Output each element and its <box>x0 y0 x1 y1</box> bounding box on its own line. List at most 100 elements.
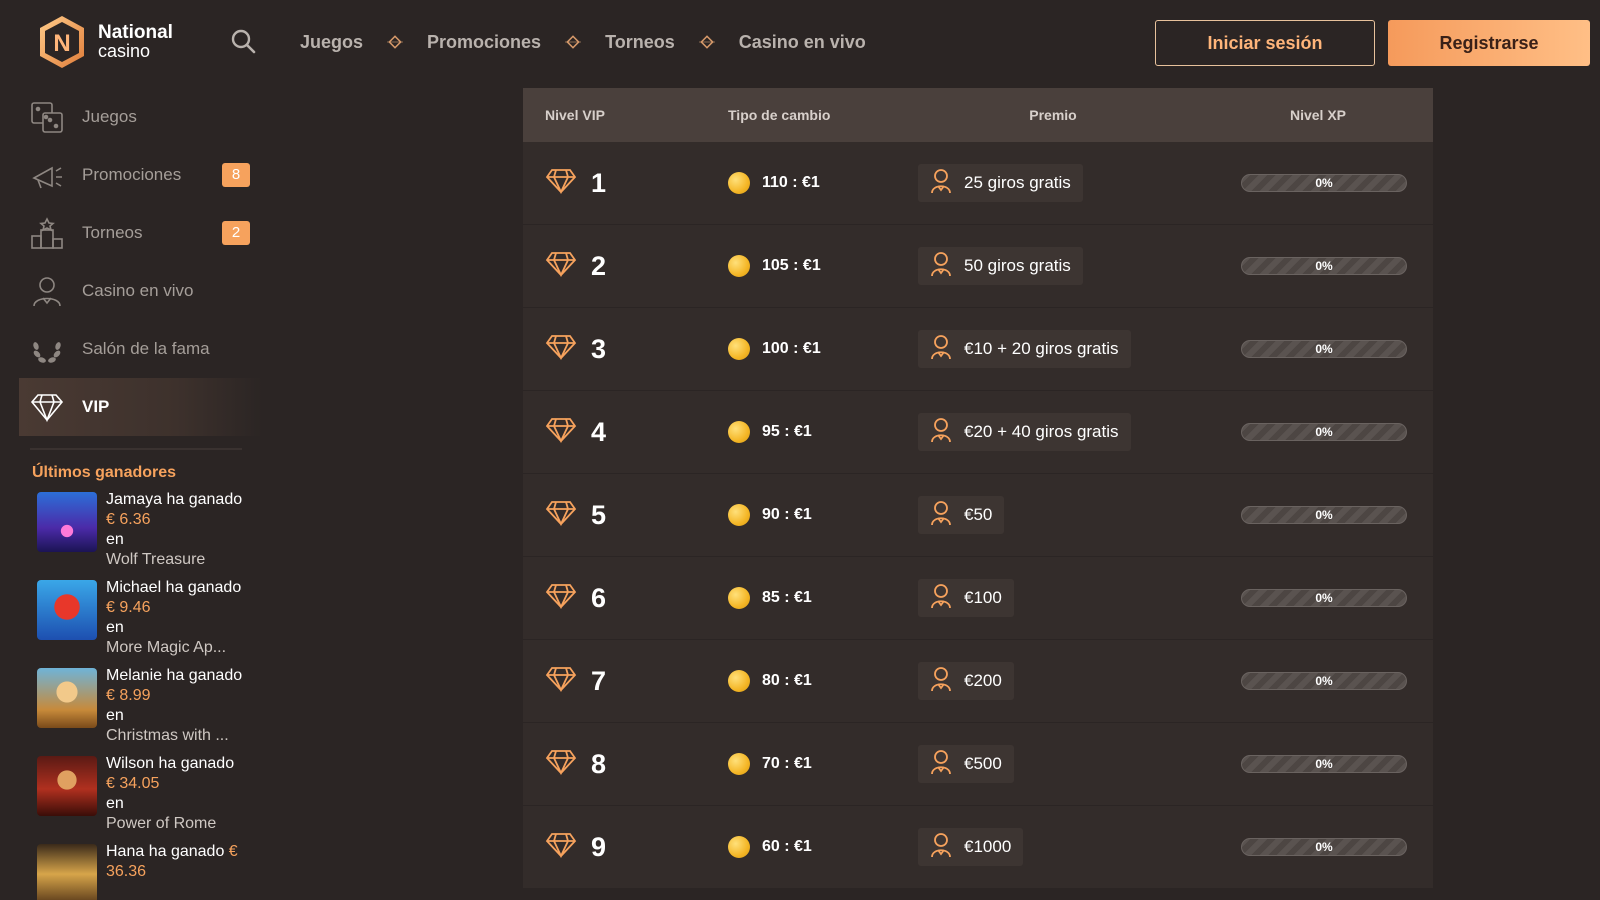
user-award-icon <box>930 251 952 282</box>
game-thumbnail[interactable] <box>37 668 97 728</box>
prize-text: 50 giros gratis <box>964 256 1071 275</box>
table-body: 1 110 : €1 25 giros gratis 0% 2 105: €1… <box>523 142 1433 889</box>
exchange-rate: 95 : €1 <box>762 423 812 440</box>
sidebar-item-label: Casino en vivo <box>82 281 194 300</box>
vip-level-number: 2 <box>591 250 607 281</box>
prize-badge: €500 <box>918 745 1014 783</box>
game-thumbnail[interactable] <box>37 580 97 640</box>
winner-name: Hana <box>106 843 145 860</box>
user-award-icon <box>930 417 952 448</box>
laurel-icon <box>30 332 64 366</box>
winner-item[interactable]: Hana ha ganado € 36.36 <box>37 842 262 900</box>
winner-won-label: ha ganado <box>148 843 225 860</box>
exchange-rate: 90 : €1 <box>762 506 812 523</box>
register-button[interactable]: Registrarse <box>1388 20 1590 66</box>
xp-progress-label: 0% <box>1315 840 1333 854</box>
sidebar-item-salon-de-la-fama[interactable]: Salón de la fama <box>0 320 262 378</box>
xp-progress-bar: 0% <box>1241 423 1407 441</box>
prize-text: €20 + 40 giros gratis <box>964 422 1119 441</box>
user-award-icon <box>930 334 952 365</box>
winner-game: More Magic Ap... <box>106 639 227 656</box>
game-thumbnail[interactable] <box>37 844 97 900</box>
table-row: 9 60 : €1 €1000 0% <box>523 806 1433 889</box>
winner-name: Melanie <box>106 667 163 684</box>
prize-badge: €200 <box>918 662 1014 700</box>
header-vip-level: Nivel VIP <box>545 107 605 123</box>
table-row: 6 85 : €1 €100 0% <box>523 557 1433 640</box>
coin-icon <box>728 587 750 609</box>
vip-level-number: 9 <box>591 831 607 862</box>
coin-icon <box>728 670 750 692</box>
brand-logo[interactable]: N National casino <box>34 14 173 70</box>
login-button[interactable]: Iniciar sesión <box>1155 20 1375 66</box>
sidebar-item-label: Salón de la fama <box>82 339 210 358</box>
winner-item[interactable]: Jamaya ha ganado € 6.36 en Wolf Treasure <box>37 490 262 570</box>
nav-promociones[interactable]: Promociones <box>427 32 541 53</box>
winner-in-label: en <box>106 795 124 812</box>
xp-progress-label: 0% <box>1315 508 1333 522</box>
winner-in-label: en <box>106 531 124 548</box>
nav-casino-en-vivo[interactable]: Casino en vivo <box>739 32 866 53</box>
winner-won-label: ha ganado <box>166 667 243 684</box>
user-award-icon <box>930 168 952 199</box>
podium-icon <box>30 216 64 250</box>
winner-name: Jamaya <box>106 491 163 508</box>
top-navigation: Juegos Promociones Torneos Casino en viv… <box>300 28 866 56</box>
table-row: 4 95 : €1 €20 + 40 giros gratis 0% <box>523 391 1433 474</box>
prize-text: €200 <box>964 671 1002 690</box>
xp-progress-bar: 0% <box>1241 340 1407 358</box>
xp-progress-label: 0% <box>1315 674 1333 688</box>
logo-badge-icon: N <box>34 14 90 70</box>
vip-level-number: 8 <box>591 748 607 779</box>
winner-name: Michael <box>106 579 162 596</box>
winner-won-label: ha ganado <box>166 491 243 508</box>
nav-torneos[interactable]: Torneos <box>605 32 675 53</box>
table-row: 7 80 : €1 €200 0% <box>523 640 1433 723</box>
winner-item[interactable]: Wilson ha ganado € 34.05 en Power of Rom… <box>37 754 262 834</box>
coin-icon <box>728 255 750 277</box>
winner-item[interactable]: Michael ha ganado € 9.46 en More Magic A… <box>37 578 262 658</box>
xp-progress-bar: 0% <box>1241 506 1407 524</box>
winner-won-label: ha ganado <box>165 579 242 596</box>
prize-badge: €20 + 40 giros gratis <box>918 413 1131 451</box>
search-icon[interactable] <box>230 28 256 54</box>
sidebar-item-promociones[interactable]: Promociones 8 <box>0 146 262 204</box>
winner-game: Power of Rome <box>106 815 217 832</box>
svg-text:N: N <box>53 30 70 57</box>
user-award-icon <box>930 666 952 697</box>
megaphone-icon <box>30 158 64 192</box>
sidebar-item-torneos[interactable]: Torneos 2 <box>0 204 262 262</box>
vip-levels-table: Nivel VIP Tipo de cambio Premio Nivel XP… <box>523 88 1433 889</box>
winner-amount: € 8.99 <box>106 687 151 704</box>
prize-badge: €100 <box>918 579 1014 617</box>
prize-badge: 50 giros gratis <box>918 247 1083 285</box>
vip-level-number: 5 <box>591 499 607 530</box>
diamond-icon <box>545 666 577 697</box>
nav-separator-icon <box>565 34 582 50</box>
coin-icon <box>728 504 750 526</box>
winner-item[interactable]: Melanie ha ganado € 8.99 en Christmas wi… <box>37 666 262 746</box>
game-thumbnail[interactable] <box>37 492 97 552</box>
nav-juegos[interactable]: Juegos <box>300 32 363 53</box>
prize-text: €50 <box>964 505 993 524</box>
sidebar-item-casino-en-vivo[interactable]: Casino en vivo <box>0 262 262 320</box>
table-row: 3 100 : €1 €10 + 20 giros gratis 0% <box>523 308 1433 391</box>
prize-text: €1000 <box>964 837 1012 856</box>
xp-progress-bar: 0% <box>1241 755 1407 773</box>
xp-progress-bar: 0% <box>1241 174 1407 192</box>
games-icon <box>30 100 64 134</box>
xp-progress-label: 0% <box>1315 425 1333 439</box>
sidebar-item-juegos[interactable]: Juegos <box>0 88 262 146</box>
exchange-rate: 100 : €1 <box>762 340 821 357</box>
table-row: 1 110 : €1 25 giros gratis 0% <box>523 142 1433 225</box>
winner-in-label: en <box>106 707 124 724</box>
dealer-icon <box>30 274 64 308</box>
table-row: 2 105 : €1 50 giros gratis 0% <box>523 225 1433 308</box>
exchange-rate: 110 : €1 <box>762 174 820 191</box>
sidebar-item-vip[interactable]: VIP <box>19 378 262 436</box>
diamond-icon <box>545 583 577 614</box>
xp-progress-label: 0% <box>1315 259 1333 273</box>
game-thumbnail[interactable] <box>37 756 97 816</box>
prize-text: 25 giros gratis <box>964 173 1071 192</box>
xp-progress-label: 0% <box>1315 757 1333 771</box>
